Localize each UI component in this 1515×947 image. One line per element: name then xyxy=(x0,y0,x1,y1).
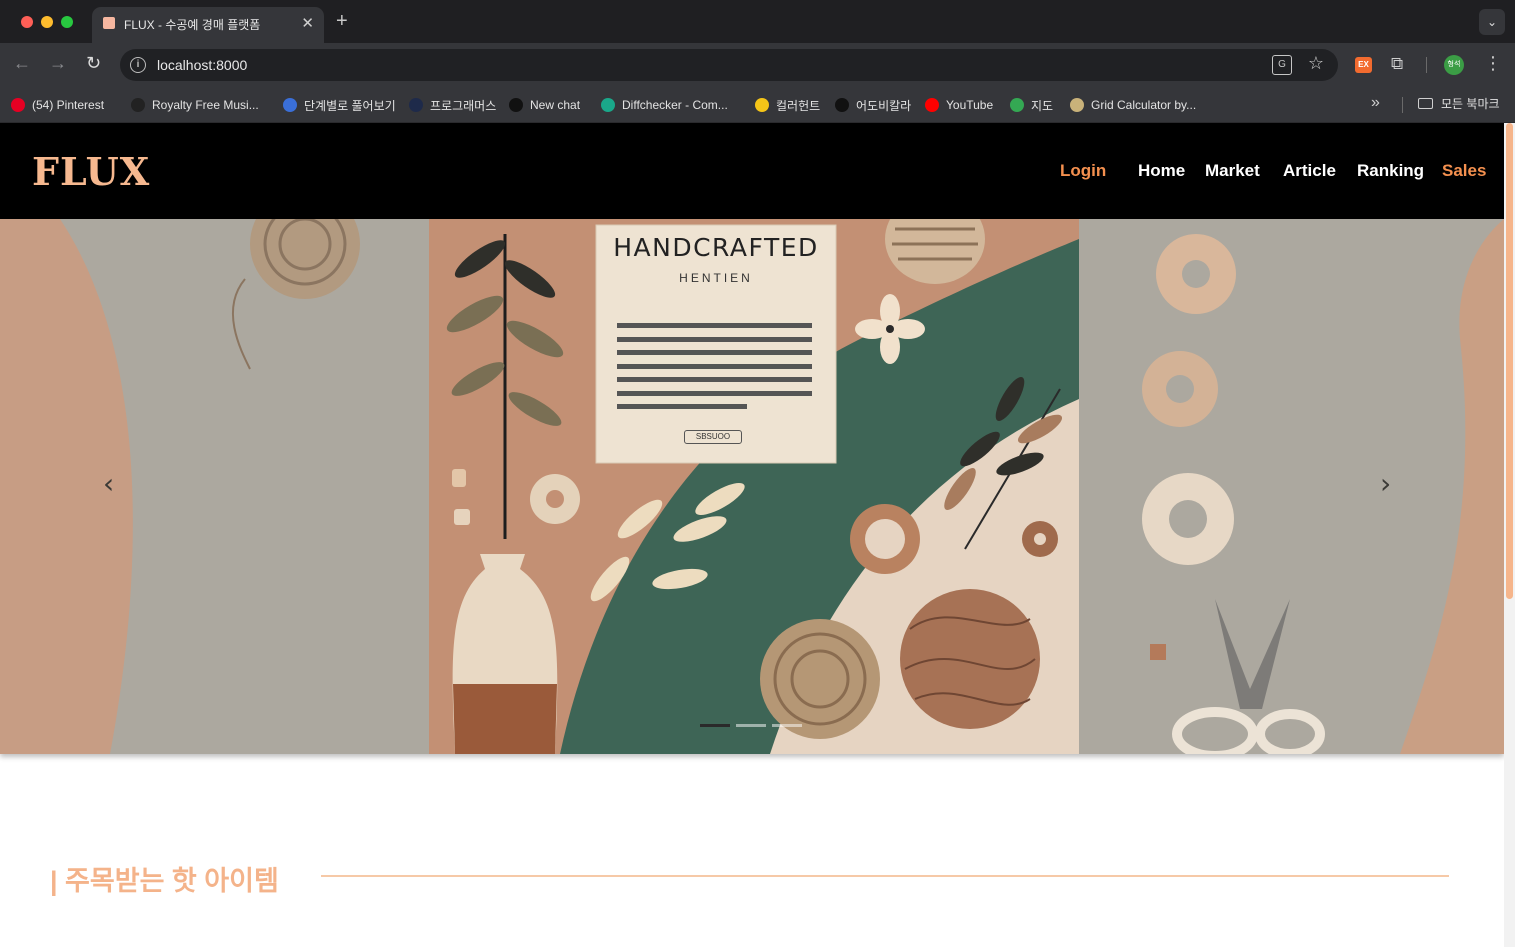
tab-favicon-icon xyxy=(103,17,115,29)
all-bookmarks-label: 모든 북마크 xyxy=(1441,97,1500,111)
bookmark-label: New chat xyxy=(530,98,581,112)
bookmark-item[interactable]: Diffchecker - Com... xyxy=(601,95,728,115)
minimize-window-button[interactable] xyxy=(41,16,53,28)
browser-toolbar: ← → ↻ i localhost:8000 G ☆ EX ⧉ 형석 ⋮ xyxy=(0,43,1515,87)
browser-tab-bar: FLUX - 수공예 경매 플랫폼 ✕ + ⌄ xyxy=(0,0,1515,43)
nav-home-link[interactable]: Home xyxy=(1138,161,1185,181)
maximize-window-button[interactable] xyxy=(61,16,73,28)
nav-article-link[interactable]: Article xyxy=(1283,161,1336,181)
bookmarks-divider xyxy=(1402,97,1403,113)
chevron-down-icon: ⌄ xyxy=(1486,15,1498,29)
all-bookmarks-folder[interactable]: 모든 북마크 xyxy=(1418,95,1500,112)
page-viewport: FLUX Login Home Market Article Ranking S… xyxy=(0,123,1515,947)
reload-icon[interactable]: ↻ xyxy=(86,53,101,74)
bookmark-star-icon[interactable]: ☆ xyxy=(1308,53,1324,74)
bookmark-item[interactable]: 컬러헌트 xyxy=(755,95,820,115)
bookmark-item[interactable]: 단계별로 풀어보기 xyxy=(283,95,396,115)
toolbar-divider xyxy=(1426,57,1427,73)
bookmarks-bar: (54) Pinterest Royalty Free Musi... 단계별로 풀… xyxy=(0,87,1515,123)
hero-poster-button: SBSUOO xyxy=(684,430,742,444)
site-logo[interactable]: FLUX xyxy=(32,149,150,194)
close-tab-icon[interactable]: ✕ xyxy=(301,14,314,32)
bookmark-label: Royalty Free Musi... xyxy=(152,98,259,112)
youtube-icon xyxy=(925,98,939,112)
translate-icon[interactable]: G xyxy=(1272,55,1292,75)
nav-login-link[interactable]: Login xyxy=(1060,161,1106,181)
bookmark-label: 단계별로 풀어보기 xyxy=(304,98,396,113)
bookmark-label: 지도 xyxy=(1031,98,1054,113)
bookmark-item[interactable]: New chat xyxy=(509,95,580,115)
code-icon xyxy=(283,98,297,112)
carousel-indicator[interactable] xyxy=(736,724,766,727)
bookmark-label: Diffchecker - Com... xyxy=(622,98,728,112)
site-info-icon[interactable]: i xyxy=(130,57,146,73)
nav-sales-link[interactable]: Sales xyxy=(1442,161,1486,181)
bookmark-item[interactable]: YouTube xyxy=(925,95,993,115)
bookmark-label: 컬러헌트 xyxy=(776,98,821,113)
bookmark-item[interactable]: (54) Pinterest xyxy=(11,95,104,115)
scrollbar-thumb[interactable] xyxy=(1506,123,1513,599)
bookmark-label: 어도비칼라 xyxy=(856,98,912,113)
nav-ranking-link[interactable]: Ranking xyxy=(1357,161,1424,181)
diffchecker-icon xyxy=(601,98,615,112)
bookmark-label: Grid Calculator by... xyxy=(1091,98,1197,112)
adobe-color-icon xyxy=(835,98,849,112)
forward-icon[interactable]: → xyxy=(49,53,67,74)
programmers-icon xyxy=(409,98,423,112)
openai-icon xyxy=(509,98,523,112)
site-header: FLUX Login Home Market Article Ranking S… xyxy=(0,123,1504,219)
bensound-icon xyxy=(131,98,145,112)
bookmark-item[interactable]: 어도비칼라 xyxy=(835,95,911,115)
hero-carousel: HANDCRAFTED HENTIEN SBSUOO ‹ › xyxy=(0,219,1504,754)
url-text[interactable]: localhost:8000 xyxy=(157,57,247,73)
pinterest-icon xyxy=(11,98,25,112)
browser-menu-icon[interactable]: ⋮ xyxy=(1484,53,1502,74)
tab-search-button[interactable]: ⌄ xyxy=(1479,9,1505,35)
bookmark-label: YouTube xyxy=(946,98,994,112)
extensions-puzzle-icon[interactable]: ⧉ xyxy=(1391,54,1403,74)
section-divider xyxy=(321,875,1449,877)
bookmark-label: 프로그래머스 xyxy=(430,98,497,113)
folder-icon xyxy=(1418,98,1433,109)
bookmark-label: (54) Pinterest xyxy=(32,98,105,112)
carousel-indicator[interactable] xyxy=(772,724,802,727)
address-bar[interactable]: i localhost:8000 G ☆ xyxy=(120,49,1338,81)
bookmark-item[interactable]: 프로그래머스 xyxy=(409,95,496,115)
hero-poster-title: HANDCRAFTED xyxy=(613,233,819,262)
extension-icon[interactable]: EX xyxy=(1355,57,1372,73)
browser-tab-active[interactable]: FLUX - 수공예 경매 플랫폼 ✕ xyxy=(92,7,324,43)
bookmark-item[interactable]: Grid Calculator by... xyxy=(1070,95,1196,115)
more-bookmarks-icon[interactable]: » xyxy=(1371,94,1380,112)
bookmark-item[interactable]: 지도 xyxy=(1010,95,1053,115)
nav-market-link[interactable]: Market xyxy=(1205,161,1260,181)
back-icon[interactable]: ← xyxy=(13,53,31,74)
bookmark-item[interactable]: Royalty Free Musi... xyxy=(131,95,259,115)
carousel-indicators xyxy=(700,724,802,727)
hero-poster-subtitle: HENTIEN xyxy=(679,271,753,285)
tab-title: FLUX - 수공예 경매 플랫폼 xyxy=(124,18,261,32)
section-title: | 주목받는 핫 아이템 xyxy=(50,866,279,896)
carousel-indicator[interactable] xyxy=(700,724,730,727)
carousel-prev-icon[interactable]: ‹ xyxy=(103,467,114,500)
close-window-button[interactable] xyxy=(21,16,33,28)
hero-banner-image xyxy=(0,219,1504,754)
colorhunt-icon xyxy=(755,98,769,112)
profile-avatar[interactable]: 형석 xyxy=(1444,55,1464,75)
carousel-next-icon[interactable]: › xyxy=(1380,467,1391,500)
maps-icon xyxy=(1010,98,1024,112)
grid-icon xyxy=(1070,98,1084,112)
scrollbar-track[interactable] xyxy=(1504,123,1515,947)
new-tab-button[interactable]: + xyxy=(336,10,348,33)
